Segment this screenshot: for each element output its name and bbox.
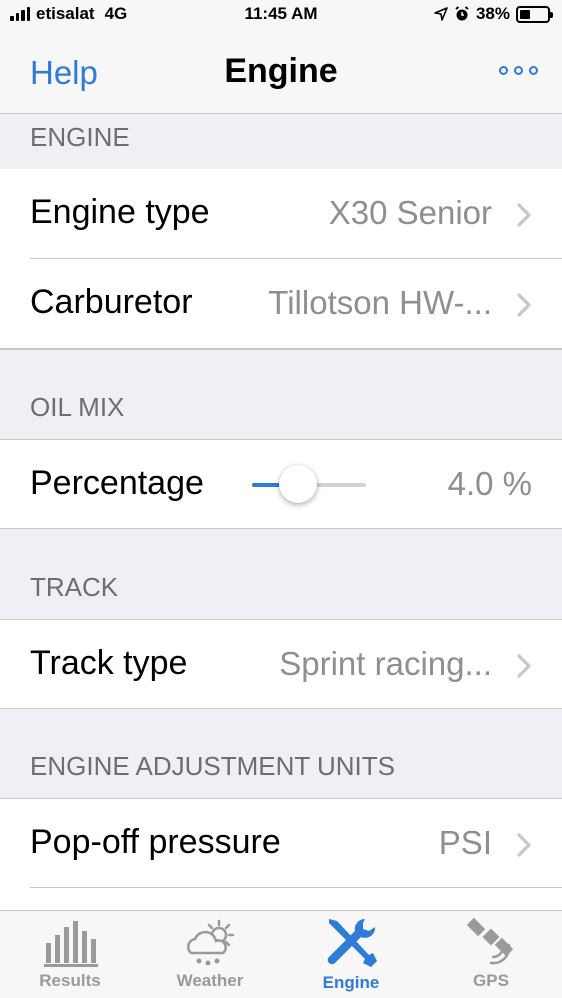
row-track-type[interactable]: Track type Sprint racing...: [0, 619, 562, 709]
tab-results[interactable]: Results: [0, 917, 140, 991]
status-right: 38%: [434, 4, 553, 24]
oil-percentage-slider[interactable]: [252, 465, 366, 503]
percentage-value: 4.0 %: [447, 465, 532, 502]
tab-bar: Results Weather Engine GPS: [0, 910, 562, 998]
row-engine-type[interactable]: Engine type X30 Senior: [0, 169, 562, 259]
battery-percent: 38%: [475, 4, 510, 23]
section-header-track: TRACK: [0, 529, 562, 619]
more-options-icon[interactable]: [499, 66, 538, 75]
section-header-track-label: TRACK: [30, 572, 119, 602]
tab-weather[interactable]: Weather: [140, 917, 280, 991]
page-title: Engine: [224, 52, 338, 90]
row-label: Carburetor: [30, 283, 193, 321]
row-value: X30 Senior: [328, 194, 492, 231]
row-value: Tillotson HW-...: [268, 284, 492, 321]
location-arrow-icon: [434, 7, 448, 21]
row-next-partial: [0, 888, 562, 910]
section-header-units: ENGINE ADJUSTMENT UNITS: [0, 709, 562, 798]
row-label: Track type: [30, 644, 188, 682]
row-carburetor[interactable]: Carburetor Tillotson HW-...: [0, 259, 562, 349]
section-header-oil-mix: OIL MIX: [0, 349, 562, 439]
section-header-engine-label: ENGINE: [30, 122, 130, 152]
chevron-right-icon: [517, 833, 531, 857]
slider-thumb[interactable]: [278, 465, 317, 503]
row-value: PSI: [438, 824, 492, 861]
section-header-engine: ENGINE: [0, 114, 562, 169]
wrench-screwdriver-icon: [327, 918, 377, 967]
tab-gps[interactable]: GPS: [421, 917, 561, 991]
tab-label: Weather: [176, 971, 244, 990]
row-oil-percentage: Percentage 4.0 %: [0, 439, 562, 529]
satellite-icon: [466, 917, 514, 965]
alarm-icon: [455, 6, 469, 21]
row-pop-off-pressure[interactable]: Pop-off pressure PSI: [0, 798, 562, 888]
section-header-units-label: ENGINE ADJUSTMENT UNITS: [30, 751, 396, 781]
row-label: Pop-off pressure: [30, 823, 281, 861]
weather-cloud-sun-icon: [186, 919, 235, 966]
chevron-right-icon: [517, 203, 531, 227]
chevron-right-icon: [517, 654, 531, 678]
row-label: Engine type: [30, 193, 210, 231]
navigation-bar: Help Engine: [0, 30, 562, 114]
battery-icon: [516, 5, 553, 23]
tab-label: Engine: [322, 973, 380, 992]
row-label: Percentage: [30, 464, 204, 502]
bar-chart-icon: [44, 921, 98, 967]
row-value: Sprint racing...: [279, 645, 492, 682]
tab-engine[interactable]: Engine: [281, 917, 421, 993]
tab-label: Results: [39, 971, 101, 990]
section-header-oil-mix-label: OIL MIX: [30, 392, 125, 422]
status-bar: etisalat 4G 11:45 AM 38%: [0, 0, 562, 30]
tab-label: GPS: [473, 971, 509, 990]
chevron-right-icon: [517, 293, 531, 317]
